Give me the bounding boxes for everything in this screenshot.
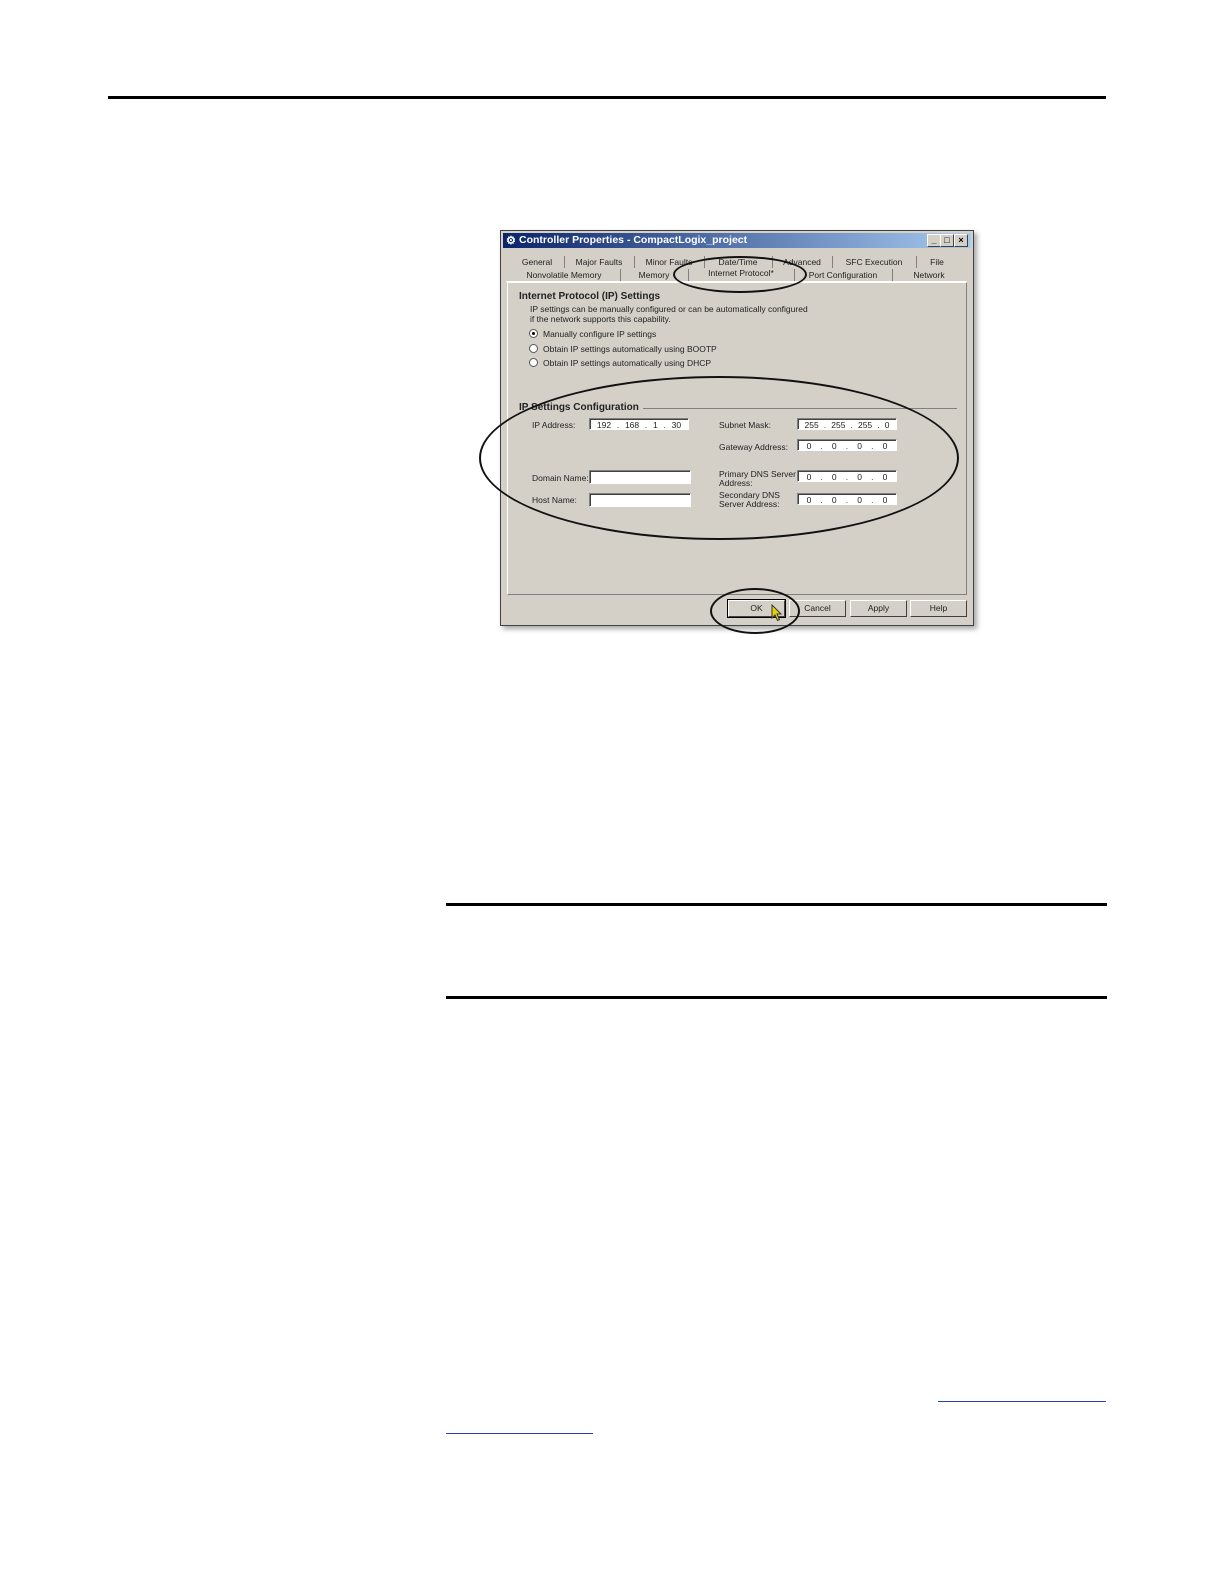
radio-icon[interactable] bbox=[529, 358, 538, 367]
minimize-button[interactable]: _ bbox=[927, 234, 941, 247]
host-name-field[interactable] bbox=[589, 493, 691, 507]
ip-octet: 1 bbox=[653, 420, 658, 430]
subnet-mask-field[interactable]: 255. 255. 255. 0 bbox=[797, 418, 897, 430]
controller-icon: ⚙ bbox=[506, 235, 516, 247]
tab-port-configuration[interactable]: Port Configuration bbox=[795, 269, 891, 281]
group-divider bbox=[641, 408, 957, 409]
page-header-rule bbox=[108, 96, 1106, 99]
ip-octet: 0 bbox=[806, 472, 812, 482]
label-line: Address: bbox=[719, 478, 753, 488]
ip-octet: 255 bbox=[804, 420, 819, 430]
ip-octet: 0 bbox=[884, 420, 890, 430]
radio-selected-icon[interactable] bbox=[529, 329, 538, 338]
ip-octet: 0 bbox=[857, 441, 863, 451]
ip-octet: 255 bbox=[857, 420, 873, 430]
cancel-button[interactable]: Cancel bbox=[789, 600, 846, 617]
ip-octet: 192 bbox=[596, 420, 612, 430]
close-button[interactable]: × bbox=[954, 234, 968, 247]
section-title: Internet Protocol (IP) Settings bbox=[519, 291, 661, 302]
ip-octet: 0 bbox=[882, 495, 888, 505]
tab-file[interactable]: File bbox=[917, 256, 957, 268]
radio-dhcp[interactable]: Obtain IP settings automatically using D… bbox=[529, 358, 711, 368]
ip-octet: 0 bbox=[831, 495, 837, 505]
secondary-dns-label: Secondary DNS Server Address: bbox=[719, 491, 780, 509]
ip-octet: 168 bbox=[624, 420, 640, 430]
gateway-address-label: Gateway Address: bbox=[719, 442, 788, 452]
ip-octet: 0 bbox=[806, 495, 812, 505]
ip-octet: 30 bbox=[671, 420, 682, 430]
radio-label: Obtain IP settings automatically using D… bbox=[543, 358, 712, 368]
apply-button[interactable]: Apply bbox=[850, 600, 907, 617]
domain-name-label: Domain Name: bbox=[532, 473, 589, 483]
ip-octet: 0 bbox=[831, 441, 837, 451]
tab-nonvolatile-memory[interactable]: Nonvolatile Memory bbox=[509, 269, 619, 281]
ip-address-field[interactable]: 192. 168. 1. 30 bbox=[589, 418, 689, 430]
subnet-mask-label: Subnet Mask: bbox=[719, 420, 771, 430]
ip-octet: 0 bbox=[857, 472, 863, 482]
description-line: if the network supports this capability. bbox=[530, 314, 671, 324]
dialog-title: Controller Properties - CompactLogix_pro… bbox=[519, 234, 748, 246]
primary-dns-field[interactable]: 0. 0. 0. 0 bbox=[797, 470, 897, 482]
hyperlink-underline[interactable] bbox=[446, 1433, 593, 1434]
domain-name-field[interactable] bbox=[589, 470, 691, 484]
ip-octet: 0 bbox=[831, 472, 837, 482]
ip-octet: 0 bbox=[857, 495, 863, 505]
ip-octet: 0 bbox=[882, 441, 888, 451]
label-line: Server Address: bbox=[719, 499, 780, 509]
ip-octet: 0 bbox=[882, 472, 888, 482]
controller-properties-dialog: ⚙ Controller Properties - CompactLogix_p… bbox=[500, 230, 974, 626]
note-box-top-rule bbox=[446, 903, 1107, 906]
radio-manual[interactable]: Manually configure IP settings bbox=[529, 329, 656, 339]
hyperlink-underline[interactable] bbox=[938, 1401, 1106, 1402]
tab-network[interactable]: Network bbox=[893, 269, 965, 281]
help-button[interactable]: Help bbox=[910, 600, 967, 617]
pointer-cursor-icon bbox=[771, 604, 783, 622]
description-line: IP settings can be manually configured o… bbox=[530, 304, 808, 314]
radio-label: Obtain IP settings automatically using B… bbox=[543, 344, 717, 354]
config-group-title: IP Settings Configuration bbox=[519, 402, 643, 413]
note-box-bottom-rule bbox=[446, 996, 1107, 999]
tab-memory[interactable]: Memory bbox=[621, 269, 687, 281]
ip-address-label: IP Address: bbox=[532, 420, 576, 430]
tab-internet-protocol[interactable]: Internet Protocol* bbox=[689, 267, 793, 279]
tab-sfc-execution[interactable]: SFC Execution bbox=[833, 256, 915, 268]
primary-dns-label: Primary DNS Server Address: bbox=[719, 470, 796, 488]
ip-octet: 255 bbox=[831, 420, 846, 430]
maximize-button[interactable]: □ bbox=[940, 234, 954, 247]
ip-octet: 0 bbox=[806, 441, 812, 451]
host-name-label: Host Name: bbox=[532, 495, 577, 505]
secondary-dns-field[interactable]: 0. 0. 0. 0 bbox=[797, 493, 897, 505]
radio-icon[interactable] bbox=[529, 344, 538, 353]
tab-major-faults[interactable]: Major Faults bbox=[565, 256, 633, 268]
tab-general[interactable]: General bbox=[511, 256, 563, 268]
gateway-address-field[interactable]: 0. 0. 0. 0 bbox=[797, 439, 897, 451]
radio-label: Manually configure IP settings bbox=[543, 329, 657, 339]
dialog-titlebar[interactable]: ⚙ Controller Properties - CompactLogix_p… bbox=[503, 233, 971, 248]
radio-bootp[interactable]: Obtain IP settings automatically using B… bbox=[529, 344, 717, 354]
